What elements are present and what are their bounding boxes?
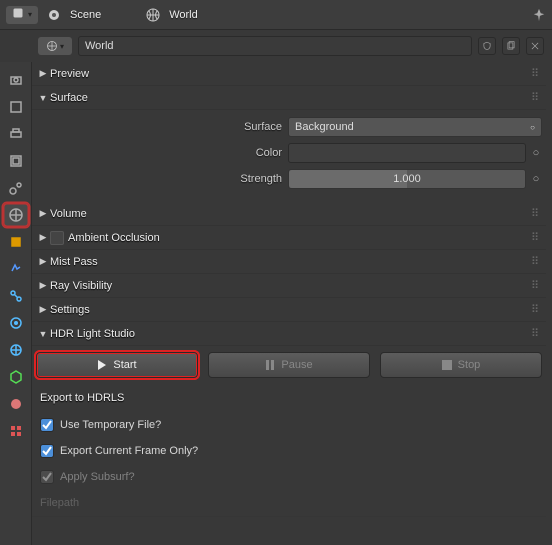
strength-node-button[interactable]: ○ [530, 169, 542, 189]
strength-value: 1.000 [295, 173, 519, 185]
panel-volume-header[interactable]: ▶ Volume ⠿ [32, 202, 546, 226]
chevron-down-icon: ▾ [28, 10, 32, 19]
panel-surface-body: Surface Background ○ Color ○ Strength [32, 110, 546, 202]
properties-content: ▶ Preview ⠿ ▼ Surface ⠿ Surface Backgrou… [32, 62, 552, 545]
ao-checkbox[interactable] [50, 231, 64, 245]
opt-filepath-label: Filepath [40, 497, 79, 509]
tab-texture[interactable] [3, 419, 29, 443]
color-swatch[interactable] [288, 143, 526, 163]
stop-button-label: Stop [458, 359, 481, 371]
start-button[interactable]: Start [36, 352, 198, 378]
chevron-down-icon: ▼ [36, 93, 50, 103]
panel-ao-header[interactable]: ▶ Ambient Occlusion ⠿ [32, 226, 546, 250]
surface-shader-value: Background [295, 121, 354, 133]
surface-shader-dropdown[interactable]: Background ○ [288, 117, 542, 137]
scene-label: Scene [70, 9, 101, 21]
tab-viewlayer[interactable] [3, 149, 29, 173]
new-world-button[interactable] [502, 37, 520, 55]
panel-ray-header[interactable]: ▶ Ray Visibility ⠿ [32, 274, 546, 298]
export-title: Export to HDRLS [32, 388, 546, 412]
stop-button[interactable]: Stop [380, 352, 542, 378]
editor-type-dropdown[interactable]: ▾ [6, 6, 38, 24]
tab-output[interactable] [3, 95, 29, 119]
opt-curframe-row[interactable]: Export Current Frame Only? [32, 438, 546, 464]
panel-volume-title: Volume [50, 208, 87, 220]
world-datablock-row: ▾ [0, 30, 552, 62]
editor-type-icon [12, 7, 24, 22]
pause-button-label: Pause [281, 359, 312, 371]
globe-icon [145, 7, 161, 23]
panel-preview-title: Preview [50, 68, 89, 80]
pin-icon[interactable] [532, 8, 546, 22]
pause-button[interactable]: Pause [208, 352, 370, 378]
panel-surface-title: Surface [50, 92, 88, 104]
world-label: World [169, 9, 198, 21]
tab-world[interactable] [3, 203, 29, 227]
opt-curframe-label: Export Current Frame Only? [60, 445, 198, 457]
tab-constraints[interactable] [3, 284, 29, 308]
tab-particles[interactable] [3, 338, 29, 362]
panel-mist-title: Mist Pass [50, 256, 98, 268]
panel-ao-title: Ambient Occlusion [68, 232, 160, 244]
pause-icon [265, 360, 275, 370]
tab-scene[interactable] [3, 176, 29, 200]
start-button-label: Start [113, 359, 136, 371]
hdr-button-row: Start Pause Stop [32, 346, 546, 388]
tab-physics[interactable] [3, 311, 29, 335]
opt-tempfile-label: Use Temporary File? [60, 419, 161, 431]
strength-label: Strength [42, 173, 282, 185]
drag-handle-icon[interactable]: ⠿ [531, 67, 540, 80]
chevron-right-icon: ▶ [36, 68, 50, 79]
unlink-world-button[interactable] [526, 37, 544, 55]
checkbox-tempfile[interactable] [40, 418, 54, 432]
opt-filepath-row: Filepath [32, 490, 546, 516]
panel-ray-title: Ray Visibility [50, 280, 112, 292]
color-label: Color [42, 147, 282, 159]
panel-hdr-title: HDR Light Studio [50, 328, 135, 340]
panel-settings-header[interactable]: ▶ Settings ⠿ [32, 298, 546, 322]
opt-subsurf-row[interactable]: Apply Subsurf? [32, 464, 546, 490]
tab-data[interactable] [3, 365, 29, 389]
panel-settings-title: Settings [50, 304, 90, 316]
strength-slider[interactable]: 1.000 [288, 169, 526, 189]
surface-label: Surface [42, 121, 282, 133]
properties-tab-column [0, 62, 32, 545]
tab-object[interactable] [3, 230, 29, 254]
world-name-input[interactable] [78, 36, 472, 56]
circle-dot-icon: ○ [530, 123, 535, 132]
tab-modifiers[interactable] [3, 257, 29, 281]
drag-handle-icon[interactable]: ⠿ [531, 91, 540, 104]
panel-hdr-header[interactable]: ▼ HDR Light Studio ⠿ [32, 322, 546, 346]
color-node-button[interactable]: ○ [530, 143, 542, 163]
opt-subsurf-label: Apply Subsurf? [60, 471, 135, 483]
checkbox-curframe[interactable] [40, 444, 54, 458]
panel-mist-header[interactable]: ▶ Mist Pass ⠿ [32, 250, 546, 274]
panel-preview-header[interactable]: ▶ Preview ⠿ [32, 62, 546, 86]
checkbox-subsurf[interactable] [40, 470, 54, 484]
world-datablock-browse[interactable]: ▾ [38, 37, 72, 55]
play-icon [97, 360, 107, 370]
shield-button[interactable] [478, 37, 496, 55]
opt-tempfile-row[interactable]: Use Temporary File? [32, 412, 546, 438]
tab-printer[interactable] [3, 122, 29, 146]
header-bar: ▾ Scene World [0, 0, 552, 30]
stop-icon [442, 360, 452, 370]
panel-surface-header[interactable]: ▼ Surface ⠿ [32, 86, 546, 110]
tab-material[interactable] [3, 392, 29, 416]
scene-icon [46, 7, 62, 23]
tab-render[interactable] [3, 68, 29, 92]
